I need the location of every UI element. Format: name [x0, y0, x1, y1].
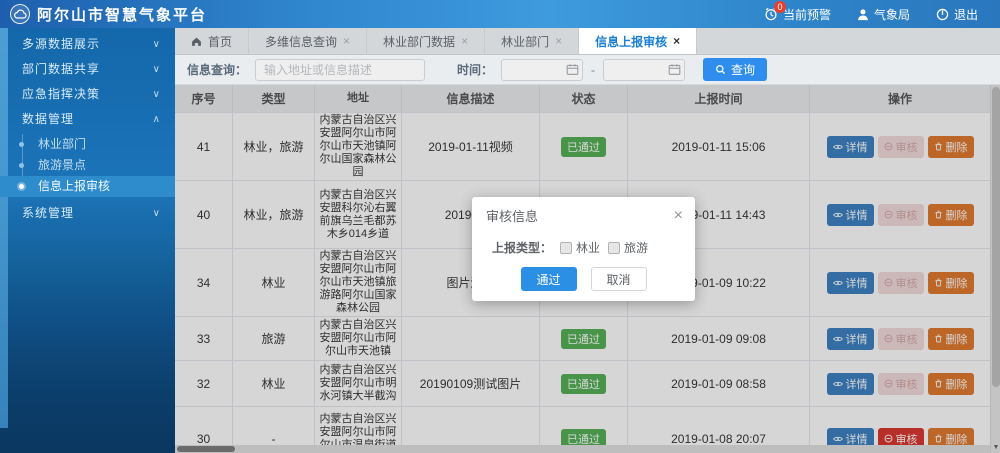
checkbox-forestry[interactable]: 林业 [560, 239, 600, 256]
chevron-down-icon: ∨ [153, 57, 161, 82]
user-icon [857, 8, 869, 21]
close-icon[interactable]: × [674, 209, 683, 223]
logout-label: 退出 [954, 6, 978, 23]
app-title: 阿尔山市智慧气象平台 [37, 4, 207, 25]
search-button[interactable]: 查询 [703, 58, 767, 81]
close-icon[interactable]: × [673, 34, 680, 48]
bullet-icon [19, 163, 24, 168]
chevron-down-icon: ∨ [153, 201, 161, 226]
report-type-label: 上报类型： [492, 239, 552, 256]
checkbox-tourism[interactable]: 旅游 [608, 239, 648, 256]
chevron-up-icon: ∧ [153, 107, 161, 132]
sidebar-subitem-info-report-review[interactable]: 信息上报审核 [0, 176, 175, 197]
date-range-separator: - [591, 63, 595, 77]
tab-bar: 首页 多维信息查询 × 林业部门数据 × 林业部门 × 信息上报审核 × [175, 28, 1000, 55]
time-label: 时间： [457, 61, 493, 78]
alarm-count-badge: 0 [774, 1, 786, 13]
app-window: 阿尔山市智慧气象平台 0 当前预警 气象局 退出 [0, 0, 1000, 453]
bullet-icon [19, 184, 24, 189]
checkbox-icon[interactable] [608, 242, 620, 254]
query-input[interactable] [255, 59, 425, 81]
close-icon[interactable]: × [461, 34, 468, 48]
calendar-icon [668, 63, 681, 76]
tab-home[interactable]: 首页 [175, 28, 249, 54]
close-icon[interactable]: × [343, 34, 350, 48]
sidebar-item-emergency-command[interactable]: 应急指挥决策 ∨ [0, 82, 175, 107]
sidebar-item-system-management[interactable]: 系统管理 ∨ [0, 201, 175, 226]
sidebar-subitem-forestry[interactable]: 林业部门 [0, 134, 175, 155]
search-icon [715, 64, 726, 75]
bullet-icon [19, 142, 24, 147]
sidebar-item-data-management[interactable]: 数据管理 ∧ [0, 107, 175, 132]
power-icon [936, 8, 949, 21]
current-warning-button[interactable]: 0 当前预警 [764, 6, 831, 23]
logout-button[interactable]: 退出 [936, 6, 978, 23]
close-icon[interactable]: × [555, 34, 562, 48]
modal-title: 审核信息 [486, 206, 538, 225]
approve-button[interactable]: 通过 [521, 267, 577, 291]
sidebar-item-department-sharing[interactable]: 部门数据共享 ∨ [0, 57, 175, 82]
app-logo: 阿尔山市智慧气象平台 [0, 4, 207, 25]
sidebar-subitem-tourist-spots[interactable]: 旅游景点 [0, 155, 175, 176]
chevron-down-icon: ∨ [153, 82, 161, 107]
sidebar-submenu: 林业部门 旅游景点 信息上报审核 [0, 132, 175, 201]
cloud-logo-icon [10, 4, 30, 24]
search-bar: 信息查询： 时间： - 查询 [175, 55, 1000, 85]
tab-multidim-query[interactable]: 多维信息查询 × [249, 28, 367, 54]
query-label: 信息查询： [187, 61, 247, 78]
home-icon [191, 36, 202, 47]
tab-forestry-data[interactable]: 林业部门数据 × [367, 28, 485, 54]
user-menu[interactable]: 气象局 [857, 6, 910, 23]
sidebar: 多源数据展示 ∨ 部门数据共享 ∨ 应急指挥决策 ∨ 数据管理 ∧ 林业部门 旅… [0, 28, 175, 453]
tab-forestry[interactable]: 林业部门 × [485, 28, 579, 54]
checkbox-icon[interactable] [560, 242, 572, 254]
chevron-down-icon: ∨ [153, 32, 161, 57]
sidebar-item-multisource-data[interactable]: 多源数据展示 ∨ [0, 32, 175, 57]
current-warning-label: 当前预警 [783, 6, 831, 23]
cancel-button[interactable]: 取消 [591, 267, 647, 291]
app-header: 阿尔山市智慧气象平台 0 当前预警 气象局 退出 [0, 0, 1000, 28]
alarm-icon: 0 [764, 7, 778, 21]
tab-info-report-review[interactable]: 信息上报审核 × [579, 28, 697, 54]
review-modal: 审核信息 × 上报类型： 林业 旅游 通过 取消 [472, 197, 695, 301]
calendar-icon [566, 63, 579, 76]
user-label: 气象局 [874, 6, 910, 23]
